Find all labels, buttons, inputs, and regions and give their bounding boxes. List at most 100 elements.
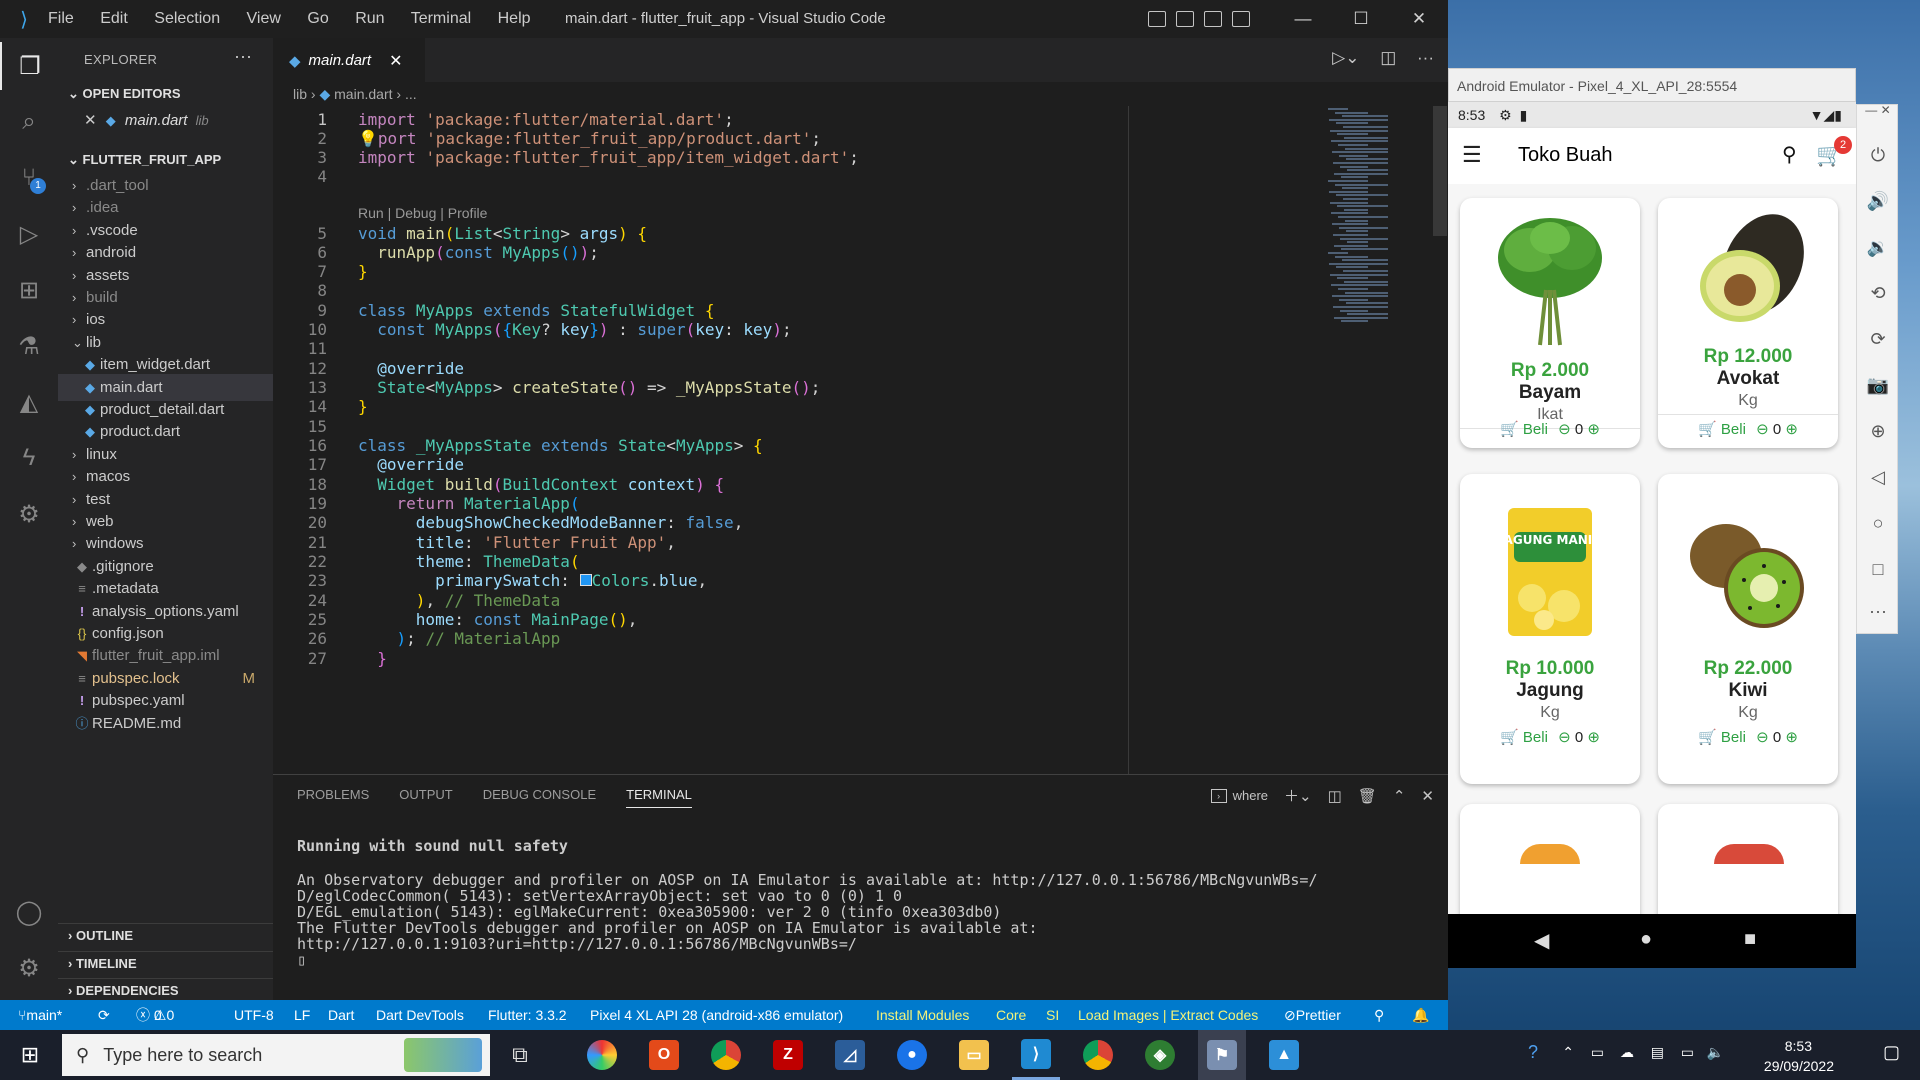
menu-view[interactable]: View [247,10,281,27]
office-icon[interactable]: O [640,1030,688,1080]
editor-scrollbar[interactable] [1433,106,1447,236]
docker-icon[interactable]: ⚙ [0,490,58,538]
camera-icon[interactable]: 📷 [1857,375,1899,396]
device-status[interactable]: Pixel 4 XL API 28 (android-x86 emulator) [590,1000,843,1030]
run-debug-icon[interactable]: ▷ [0,210,58,258]
split-terminal-icon[interactable]: ◫ [1328,787,1342,805]
rotate-left-icon[interactable]: ⟲ [1857,283,1899,304]
help-icon[interactable]: ? [1528,1042,1538,1063]
search-icon[interactable]: ⌕ [0,98,58,146]
chrome-icon[interactable] [702,1030,750,1080]
codelens-run-debug[interactable]: Run | Debug | Profile [358,205,487,221]
app-active-icon[interactable]: ⚑ [1198,1030,1246,1080]
file-explorer-icon[interactable]: ▭ [950,1030,998,1080]
product-card[interactable]: Rp 12.000 Avokat Kg 🛒 Beli ⊖ 0 ⊕ [1658,198,1838,448]
outline-section[interactable]: › OUTLINE [58,923,273,947]
more-actions-icon[interactable]: ··· [1417,48,1434,67]
maximize-button[interactable]: ☐ [1332,9,1390,29]
problems-status[interactable]: ⓧ 0 ⚠ 0 [136,1000,174,1030]
buy-button[interactable]: Beli [1721,729,1746,746]
file-tree-item[interactable]: ⓘ README.md [58,710,273,737]
more-actions-icon[interactable]: ··· [234,46,252,67]
menu-help[interactable]: Help [498,10,531,27]
open-editors-header[interactable]: ⌄ OPEN EDITORS [58,82,273,106]
terminal-name[interactable]: where [1233,788,1268,803]
add-to-cart-icon[interactable]: 🛒 [1500,421,1519,438]
tray-time[interactable]: 8:53 [1785,1038,1812,1054]
feedback-icon[interactable]: ⚲ [1374,1000,1384,1030]
maximize-panel-icon[interactable]: ⌃ [1393,787,1406,805]
language-status[interactable]: Dart [328,1000,354,1030]
minimize-button[interactable]: — [1274,9,1332,29]
flutter-icon[interactable]: ◭ [0,378,58,426]
open-editor-item[interactable]: ✕ ◆ main.dart lib [58,107,273,134]
task-view-icon[interactable]: ⧉ [500,1030,540,1080]
close-tab-icon[interactable]: ✕ [389,51,402,71]
app-green-icon[interactable]: ◈ [1136,1030,1184,1080]
hamburger-menu-icon[interactable]: ☰ [1462,142,1482,168]
minimize-close-icons[interactable]: — ✕ [1857,103,1899,117]
core-status[interactable]: Core [996,1000,1026,1030]
toggle-sidebar-icon[interactable] [1148,11,1166,27]
vscode-taskbar-icon[interactable]: ⟩ [1012,1030,1060,1080]
breadcrumb-lib[interactable]: lib [293,86,307,102]
decrease-qty-icon[interactable]: ⊖ [1558,729,1571,746]
notifications-icon[interactable]: ▢ [1883,1042,1900,1063]
tab-problems[interactable]: PROBLEMS [297,787,369,808]
si-status[interactable]: SI [1046,1000,1059,1030]
thunder-client-icon[interactable]: ϟ [0,434,58,482]
decrease-qty-icon[interactable]: ⊖ [1558,421,1571,438]
code-editor[interactable]: 1 2 3 4 5 6 7 8 9 10 11 12 13 14 15 16 17 18 19 20 21 22 23 24 2… [273,106,1448,774]
menu-terminal[interactable]: Terminal [411,10,471,27]
tab-output[interactable]: OUTPUT [399,787,452,808]
install-modules-status[interactable]: Install Modules [876,1000,969,1030]
branch-status[interactable]: ⑂ main* [18,1000,62,1030]
color-swatch-icon[interactable] [579,574,592,586]
add-to-cart-icon[interactable]: 🛒 [1500,729,1519,746]
product-card[interactable]: Rp 2.000 Bayam Ikat [1460,198,1640,448]
customize-layout-icon[interactable] [1232,11,1250,27]
menu-selection[interactable]: Selection [154,10,220,27]
timeline-section[interactable]: › TIMELINE [58,951,273,975]
increase-qty-icon[interactable]: ⊕ [1587,421,1600,438]
back-nav-icon[interactable]: ◀ [1534,928,1549,953]
recents-nav-icon[interactable]: ■ [1744,928,1756,951]
minimap[interactable] [1328,108,1438,338]
split-editor-icon[interactable]: ◫ [1380,48,1396,67]
product-grid[interactable]: Rp 2.000 Bayam Ikat Rp 12.000 Avokat Kg [1448,184,1856,944]
home-icon[interactable]: ○ [1857,513,1899,534]
zoom-icon[interactable]: ⊕ [1857,421,1899,442]
toggle-panel-icon[interactable] [1176,11,1194,27]
maps-icon[interactable]: ● [888,1030,936,1080]
start-button-icon[interactable]: ⊞ [0,1030,60,1080]
accounts-icon[interactable]: ◯ [0,888,58,936]
overview-icon[interactable]: □ [1857,559,1899,580]
device-icon[interactable]: ▭ [1591,1044,1604,1061]
new-terminal-icon[interactable]: ＋⌄ [1284,785,1312,806]
decrease-qty-icon[interactable]: ⊖ [1756,421,1769,438]
increase-qty-icon[interactable]: ⊕ [1587,729,1600,746]
breadcrumb-symbol[interactable]: ... [405,86,417,102]
explorer-icon[interactable]: ❐ [0,42,58,90]
dart-devtools-status[interactable]: Dart DevTools [376,1000,464,1030]
menu-go[interactable]: Go [307,10,328,27]
load-images-status[interactable]: Load Images | Extract Codes [1078,1000,1258,1030]
decrease-qty-icon[interactable]: ⊖ [1756,729,1769,746]
home-nav-icon[interactable]: ● [1640,928,1652,951]
menu-run[interactable]: Run [355,10,384,27]
add-to-cart-icon[interactable]: 🛒 [1698,729,1717,746]
search-icon[interactable]: ⚲ [1782,142,1797,167]
volume-down-icon[interactable]: 🔉 [1857,237,1899,258]
phone-screen[interactable]: 8:53 ⚙ ▮ ▼◢▮ ☰ Toko Buah ⚲ 🛒 2 Rp 2.000 … [1448,102,1856,968]
photos-icon[interactable]: ▲ [1260,1030,1308,1080]
eol-status[interactable]: LF [294,1000,310,1030]
sync-icon[interactable]: ⟳ [98,1000,110,1030]
notifications-bell-icon[interactable]: 🔔 [1412,1000,1429,1030]
terminal-cursor[interactable]: ▯ [297,951,306,969]
product-card[interactable]: JAGUNG MANIS Rp 10.000 Jagung Kg 🛒 Beli … [1460,474,1640,784]
extensions-icon[interactable]: ⊞ [0,266,58,314]
breadcrumb-file[interactable]: main.dart [334,86,392,102]
menu-file[interactable]: File [48,10,74,27]
rotate-right-icon[interactable]: ⟳ [1857,329,1899,350]
lightbulb-icon[interactable]: 💡 [358,129,378,148]
